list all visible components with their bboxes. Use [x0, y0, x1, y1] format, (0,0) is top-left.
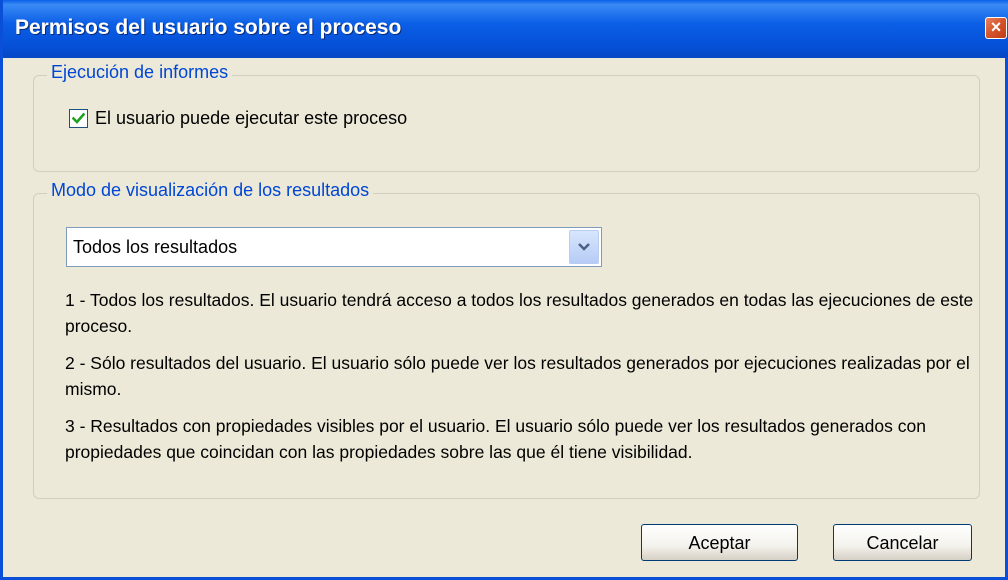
accept-button[interactable]: Aceptar: [641, 524, 798, 561]
cancel-button[interactable]: Cancelar: [833, 524, 972, 561]
description-option-3: 3 - Resultados con propiedades visibles …: [65, 416, 926, 462]
display-mode-group-legend: Modo de visualización de los resultados: [47, 180, 374, 201]
display-mode-selected-value: Todos los resultados: [73, 237, 238, 257]
chevron-down-icon: [578, 243, 590, 251]
close-button[interactable]: ×: [985, 17, 1007, 39]
execute-permission-row: El usuario puede ejecutar este proceso: [69, 108, 407, 129]
execute-permission-checkbox[interactable]: [69, 109, 88, 128]
dialog-window: Permisos del usuario sobre el proceso × …: [0, 0, 1008, 580]
dropdown-button[interactable]: [569, 230, 599, 264]
checkmark-icon: [71, 112, 86, 124]
title-bar[interactable]: Permisos del usuario sobre el proceso ×: [3, 0, 1008, 58]
close-icon: ×: [990, 17, 1002, 37]
execution-group-legend: Ejecución de informes: [47, 62, 233, 83]
display-mode-select[interactable]: Todos los resultados: [66, 227, 602, 267]
description-option-2: 2 - Sólo resultados del usuario. El usua…: [65, 353, 970, 399]
window-title: Permisos del usuario sobre el proceso: [15, 16, 402, 39]
execute-permission-label[interactable]: El usuario puede ejecutar este proceso: [95, 108, 407, 129]
description-option-1: 1 - Todos los resultados. El usuario ten…: [65, 290, 974, 336]
